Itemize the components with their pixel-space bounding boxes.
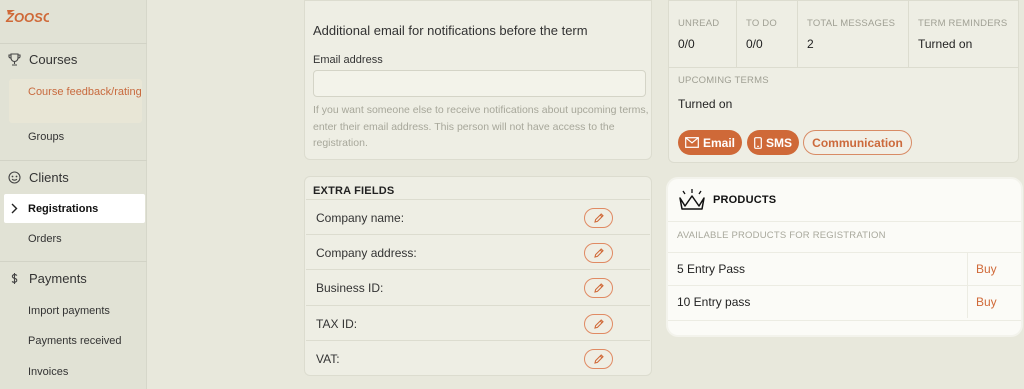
sidebar-item-orders[interactable]: Orders (28, 233, 62, 245)
extra-field-row: Company address: (306, 234, 650, 270)
products-header: PRODUCTS (668, 179, 1021, 221)
help-text: If you want someone else to receive noti… (313, 104, 649, 149)
communication-stats-card: UNREAD 0/0 TO DO 0/0 TOTAL MESSAGES 2 TE… (668, 0, 1019, 163)
stat-value: 0/0 (746, 37, 763, 51)
stat-value: 2 (807, 37, 814, 51)
edit-pencil-icon[interactable] (584, 348, 613, 369)
extra-field-row: Company name: (306, 199, 650, 235)
sidebar-section-courses[interactable]: Courses (0, 45, 147, 73)
sidebar-item-invoices[interactable]: Invoices (28, 366, 68, 378)
extra-field-label: Company address: (316, 245, 417, 260)
stat-unread: UNREAD 0/0 (669, 1, 737, 67)
extra-field-row: Business ID: (306, 269, 650, 305)
clients-icon (6, 169, 22, 185)
sidebar-section-label: Clients (29, 169, 69, 185)
stat-total-messages: TOTAL MESSAGES 2 (798, 1, 909, 67)
card-title: EXTRA FIELDS (313, 185, 395, 197)
edit-pencil-icon[interactable] (584, 242, 613, 263)
stat-todo: TO DO 0/0 (737, 1, 798, 67)
product-row: 10 Entry pass Buy (668, 285, 1021, 318)
email-field[interactable] (313, 70, 646, 97)
stat-label: UNREAD (678, 18, 720, 29)
edit-pencil-icon[interactable] (584, 277, 613, 298)
extra-field-label: Company name: (316, 210, 405, 225)
sidebar-section-payments[interactable]: Payments (0, 264, 147, 292)
sidebar-section-clients[interactable]: Clients (0, 163, 147, 191)
sms-button-label: SMS (765, 135, 792, 150)
sidebar-section-label: Courses (29, 51, 78, 67)
app-logo[interactable]: ZOOSO (5, 8, 49, 26)
sidebar-item-groups[interactable]: Groups (28, 131, 64, 143)
email-button-label: Email (702, 135, 735, 150)
communication-button-label: Communication (812, 135, 903, 150)
email-field-label: Email address (313, 54, 383, 66)
upcoming-terms-label: UPCOMING TERMS (678, 75, 769, 86)
sidebar-item-course-feedback[interactable]: Course feedback/rating (9, 79, 142, 123)
phone-icon (754, 136, 762, 149)
products-subtitle: AVAILABLE PRODUCTS FOR REGISTRATION (677, 230, 886, 241)
sidebar-item-payments-received[interactable]: Payments received (28, 335, 122, 347)
email-button[interactable]: Email (678, 130, 742, 155)
extra-field-row: TAX ID: (306, 305, 650, 341)
chevron-right-icon (6, 203, 22, 214)
extra-field-label: VAT: (316, 351, 340, 366)
envelope-icon (685, 137, 699, 148)
stat-label: TERM REMINDERS (918, 18, 1008, 29)
crown-icon (677, 188, 707, 212)
card-title: Additional email for notifications befor… (313, 23, 588, 38)
extra-fields-card: EXTRA FIELDS Company name: Company addre… (304, 176, 652, 376)
trophy-icon (6, 51, 22, 67)
product-row: 5 Entry Pass Buy (668, 252, 1021, 285)
product-name: 10 Entry pass (677, 295, 751, 309)
coin-icon (6, 270, 22, 286)
stat-value: 0/0 (678, 37, 695, 51)
buy-button[interactable]: Buy (967, 286, 1021, 318)
edit-pencil-icon[interactable] (584, 207, 613, 228)
extra-field-label: Business ID: (316, 280, 384, 295)
sidebar-item-registrations[interactable]: Registrations (4, 194, 145, 223)
communication-button[interactable]: Communication (803, 130, 912, 155)
edit-pencil-icon[interactable] (584, 313, 613, 334)
stat-label: TOTAL MESSAGES (807, 18, 896, 29)
buy-button[interactable]: Buy (967, 253, 1021, 285)
sidebar-item-import-payments[interactable]: Import payments (28, 305, 110, 317)
sidebar-item-label: Registrations (28, 202, 99, 215)
products-card: PRODUCTS AVAILABLE PRODUCTS FOR REGISTRA… (668, 179, 1021, 335)
sidebar: ZOOSO Courses Course feedback/rating Gro… (0, 0, 147, 389)
sms-button[interactable]: SMS (747, 130, 799, 155)
product-name: 5 Entry Pass (677, 262, 746, 276)
notification-email-card: Additional email for notifications befor… (304, 0, 652, 160)
extra-field-label: TAX ID: (316, 316, 358, 331)
card-title: PRODUCTS (713, 194, 777, 206)
extra-field-row: VAT: (306, 340, 650, 376)
stat-label: TO DO (746, 18, 777, 29)
svg-text:ZOOSO: ZOOSO (5, 10, 49, 25)
stat-term-reminders: TERM REMINDERS Turned on (909, 1, 1019, 67)
upcoming-terms-value: Turned on (678, 97, 733, 111)
sidebar-section-label: Payments (29, 270, 87, 286)
stat-value: Turned on (918, 37, 973, 51)
